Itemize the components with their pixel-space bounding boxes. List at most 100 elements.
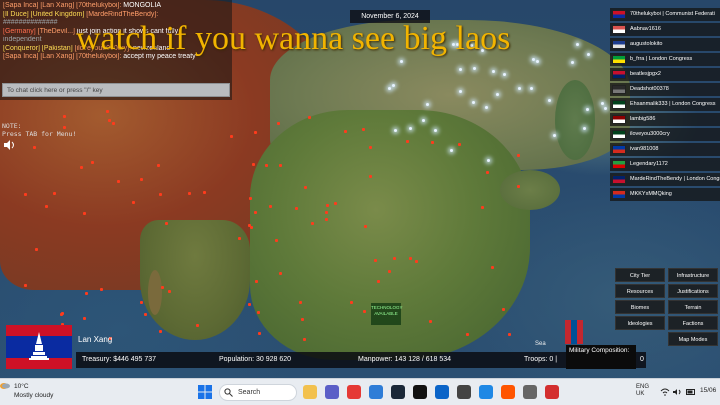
city-marker[interactable] — [62, 114, 66, 118]
city-marker[interactable] — [369, 174, 373, 178]
city-marker[interactable] — [202, 190, 206, 194]
city-marker[interactable] — [229, 135, 233, 139]
city-marker[interactable] — [80, 166, 84, 170]
city-marker[interactable] — [53, 191, 57, 195]
photos-icon[interactable] — [369, 385, 383, 399]
opera-icon[interactable] — [347, 385, 361, 399]
weather-widget[interactable]: 10°C Mostly cloudy — [14, 382, 53, 400]
city-marker[interactable] — [44, 204, 48, 208]
menu-button-infrastructure[interactable]: Infrastructure — [668, 268, 718, 282]
player-row[interactable]: lambig586 — [610, 113, 720, 126]
city-marker[interactable] — [414, 260, 418, 264]
menu-button-justifications[interactable]: Justifications — [668, 284, 718, 298]
player-row[interactable]: Ehsanmalik333 | London Congress — [610, 98, 720, 111]
player-row[interactable]: MardeRindTheBendy | London Congr — [610, 173, 720, 186]
city-marker[interactable] — [167, 289, 171, 293]
city-marker[interactable] — [131, 200, 135, 204]
player-row[interactable]: 70thelukyboi | Communist Federati — [610, 8, 720, 21]
mail-icon[interactable] — [435, 385, 449, 399]
map-region-taiwan[interactable] — [555, 80, 595, 160]
menu-button-city-tier[interactable]: City Tier — [615, 268, 665, 282]
speaker-icon[interactable] — [4, 140, 16, 150]
menu-button-ideologies[interactable]: Ideologies — [615, 316, 665, 330]
player-row[interactable]: augustolokito — [610, 38, 720, 51]
city-marker[interactable] — [139, 178, 143, 182]
roblox-icon[interactable] — [545, 385, 559, 399]
city-marker[interactable] — [254, 130, 258, 134]
city-marker[interactable] — [247, 224, 251, 228]
taskbar-clock[interactable]: 15/06 — [700, 387, 716, 394]
city-marker[interactable] — [361, 127, 365, 131]
media-icon[interactable] — [457, 385, 471, 399]
wifi-icon[interactable] — [660, 388, 670, 396]
city-marker[interactable] — [376, 279, 380, 283]
city-marker[interactable] — [258, 332, 262, 336]
city-marker[interactable] — [508, 333, 512, 337]
steam-icon[interactable] — [391, 385, 405, 399]
city-marker[interactable] — [501, 307, 505, 311]
player-row[interactable]: ivan981008 — [610, 143, 720, 156]
technology-available-badge[interactable]: TECHNOLOGY AVAILABLE — [371, 303, 403, 325]
city-marker[interactable] — [105, 110, 109, 114]
city-marker[interactable] — [257, 310, 261, 314]
player-row[interactable]: beatlesjpgx2 — [610, 68, 720, 81]
city-marker[interactable] — [159, 192, 163, 196]
city-marker[interactable] — [275, 238, 279, 242]
city-marker[interactable] — [82, 212, 86, 216]
city-marker[interactable] — [107, 118, 111, 122]
city-marker[interactable] — [374, 258, 378, 262]
country-flag[interactable] — [6, 325, 72, 369]
city-marker[interactable] — [99, 287, 103, 291]
city-marker[interactable] — [60, 312, 64, 316]
city-marker[interactable] — [144, 313, 148, 317]
menu-button-factions[interactable]: Factions — [668, 316, 718, 330]
city-marker[interactable] — [278, 271, 282, 275]
browser-icon[interactable] — [479, 385, 493, 399]
city-marker[interactable] — [268, 205, 272, 209]
menu-button-terrain[interactable]: Terrain — [668, 300, 718, 314]
city-marker[interactable] — [111, 121, 115, 125]
city-marker[interactable] — [238, 236, 241, 240]
city-marker[interactable] — [294, 206, 298, 210]
city-marker[interactable] — [516, 153, 520, 157]
city-marker[interactable] — [279, 164, 283, 168]
soundcloud-icon[interactable] — [501, 385, 515, 399]
city-marker[interactable] — [248, 196, 252, 200]
city-marker[interactable] — [364, 224, 368, 228]
city-marker[interactable] — [300, 318, 304, 322]
city-marker[interactable] — [308, 115, 312, 119]
chat-author[interactable]: [70thelukyboi]: — [76, 2, 123, 9]
file-explorer-icon[interactable] — [303, 385, 317, 399]
chat-input[interactable]: To chat click here or press "/" key — [2, 83, 230, 97]
player-row[interactable]: Aabnav1616 — [610, 23, 720, 36]
city-marker[interactable] — [276, 121, 280, 125]
chat-author[interactable]: [TheDevil...] — [38, 28, 77, 35]
battery-icon[interactable] — [686, 388, 696, 396]
system-tray[interactable]: ENG UK — [636, 384, 649, 398]
city-marker[interactable] — [32, 145, 36, 149]
city-marker[interactable] — [333, 202, 337, 206]
tiktok-icon[interactable] — [413, 385, 427, 399]
city-marker[interactable] — [23, 192, 27, 196]
map-region-hainan[interactable] — [500, 170, 560, 210]
language-indicator[interactable]: ENG — [636, 384, 649, 391]
windows-start-icon[interactable] — [198, 385, 212, 399]
city-marker[interactable] — [516, 184, 520, 188]
city-marker[interactable] — [480, 205, 484, 209]
city-marker[interactable] — [350, 300, 354, 304]
teams-icon[interactable] — [325, 385, 339, 399]
menu-button-map-modes[interactable]: Map Modes — [668, 332, 718, 346]
menu-button-biomes[interactable]: Biomes — [615, 300, 665, 314]
player-row[interactable]: MKKYxMMQking — [610, 188, 720, 201]
city-marker[interactable] — [248, 302, 252, 306]
player-row[interactable]: Deadshot00378 — [610, 83, 720, 96]
city-marker[interactable] — [82, 316, 86, 320]
app-icon[interactable] — [523, 385, 537, 399]
city-marker[interactable] — [116, 179, 120, 183]
player-row[interactable]: b_frra | London Congress — [610, 53, 720, 66]
player-row[interactable]: iloveyou3000cry — [610, 128, 720, 141]
city-marker[interactable] — [160, 286, 164, 290]
player-row[interactable]: Legendary1172 — [610, 158, 720, 171]
volume-icon[interactable] — [673, 388, 683, 396]
city-marker[interactable] — [139, 301, 143, 305]
